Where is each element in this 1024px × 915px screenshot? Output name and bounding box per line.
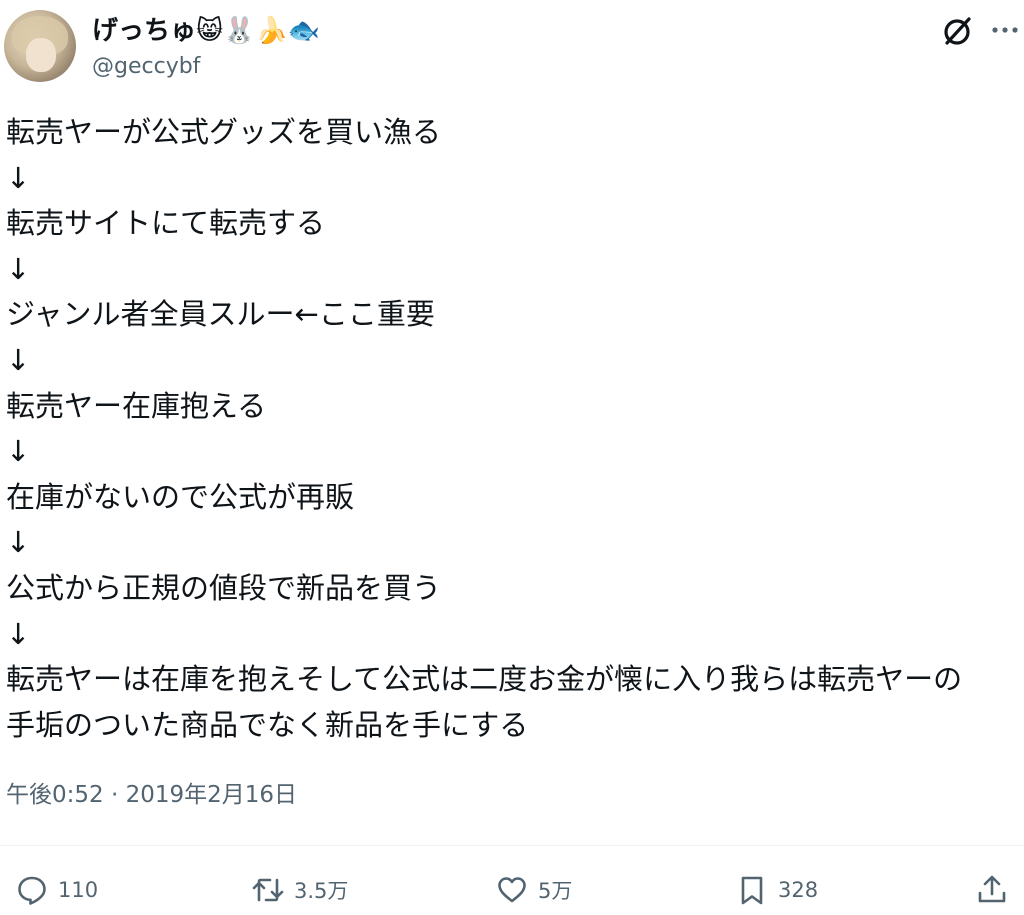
share-icon — [978, 875, 1006, 903]
tweet-line: 転売ヤーが公式グッズを買い漁る — [6, 115, 442, 149]
like-count: 5万 — [538, 879, 573, 903]
author-display-name[interactable]: げっちゅ😸🐰🍌🐟 — [92, 14, 320, 48]
bookmark-button[interactable]: 328 — [736, 868, 818, 912]
retweet-icon — [252, 878, 284, 902]
heart-icon — [498, 877, 526, 903]
tweet-text: 転売ヤーが公式グッズを買い漁る ↓ 転売サイトにて転売する ↓ ジャンル者全員ス… — [6, 110, 1020, 748]
tweet-line: ↓ — [6, 616, 31, 651]
reply-button[interactable]: 110 — [16, 868, 98, 912]
reply-icon — [18, 876, 46, 905]
share-button[interactable] — [976, 868, 1018, 912]
avatar-face — [26, 38, 56, 72]
tweet-line: ↓ — [6, 434, 31, 469]
tweet-line: 転売ヤーは在庫を抱えそして公式は二度お金が懐に入り我らは転売ヤーの — [6, 662, 963, 697]
tweet-line: ↓ — [6, 525, 31, 560]
tweet-line: ↓ — [6, 251, 31, 286]
retweet-count: 3.5万 — [294, 879, 349, 903]
tweet-line: 公式から正規の値段で新品を買う — [6, 570, 442, 605]
tweet-line: 在庫がないので公式が再販 — [6, 479, 355, 514]
like-button[interactable]: 5万 — [496, 868, 572, 912]
grok-icon[interactable] — [940, 14, 974, 48]
tweet-line: 転売サイトにて転売する — [6, 206, 326, 241]
tweet-line: ↓ — [6, 342, 31, 377]
tweet-timestamp[interactable]: 午後0:52 · 2019年2月16日 — [6, 778, 297, 812]
tweet-line: 手垢のついた商品でなく新品を手にする — [6, 707, 529, 742]
tweet-line: ↓ — [6, 160, 31, 195]
retweet-button[interactable]: 3.5万 — [252, 868, 348, 912]
bookmark-count: 328 — [778, 878, 819, 902]
avatar[interactable] — [4, 10, 76, 82]
more-icon[interactable] — [990, 18, 1020, 42]
reply-count: 110 — [58, 878, 99, 902]
author-handle[interactable]: @geccybf — [92, 52, 200, 82]
divider — [0, 845, 1024, 846]
bookmark-icon — [741, 876, 763, 905]
tweet-line: ジャンル者全員スルー←ここ重要 — [6, 297, 435, 332]
tweet-line: 転売ヤー在庫抱える — [6, 388, 267, 423]
